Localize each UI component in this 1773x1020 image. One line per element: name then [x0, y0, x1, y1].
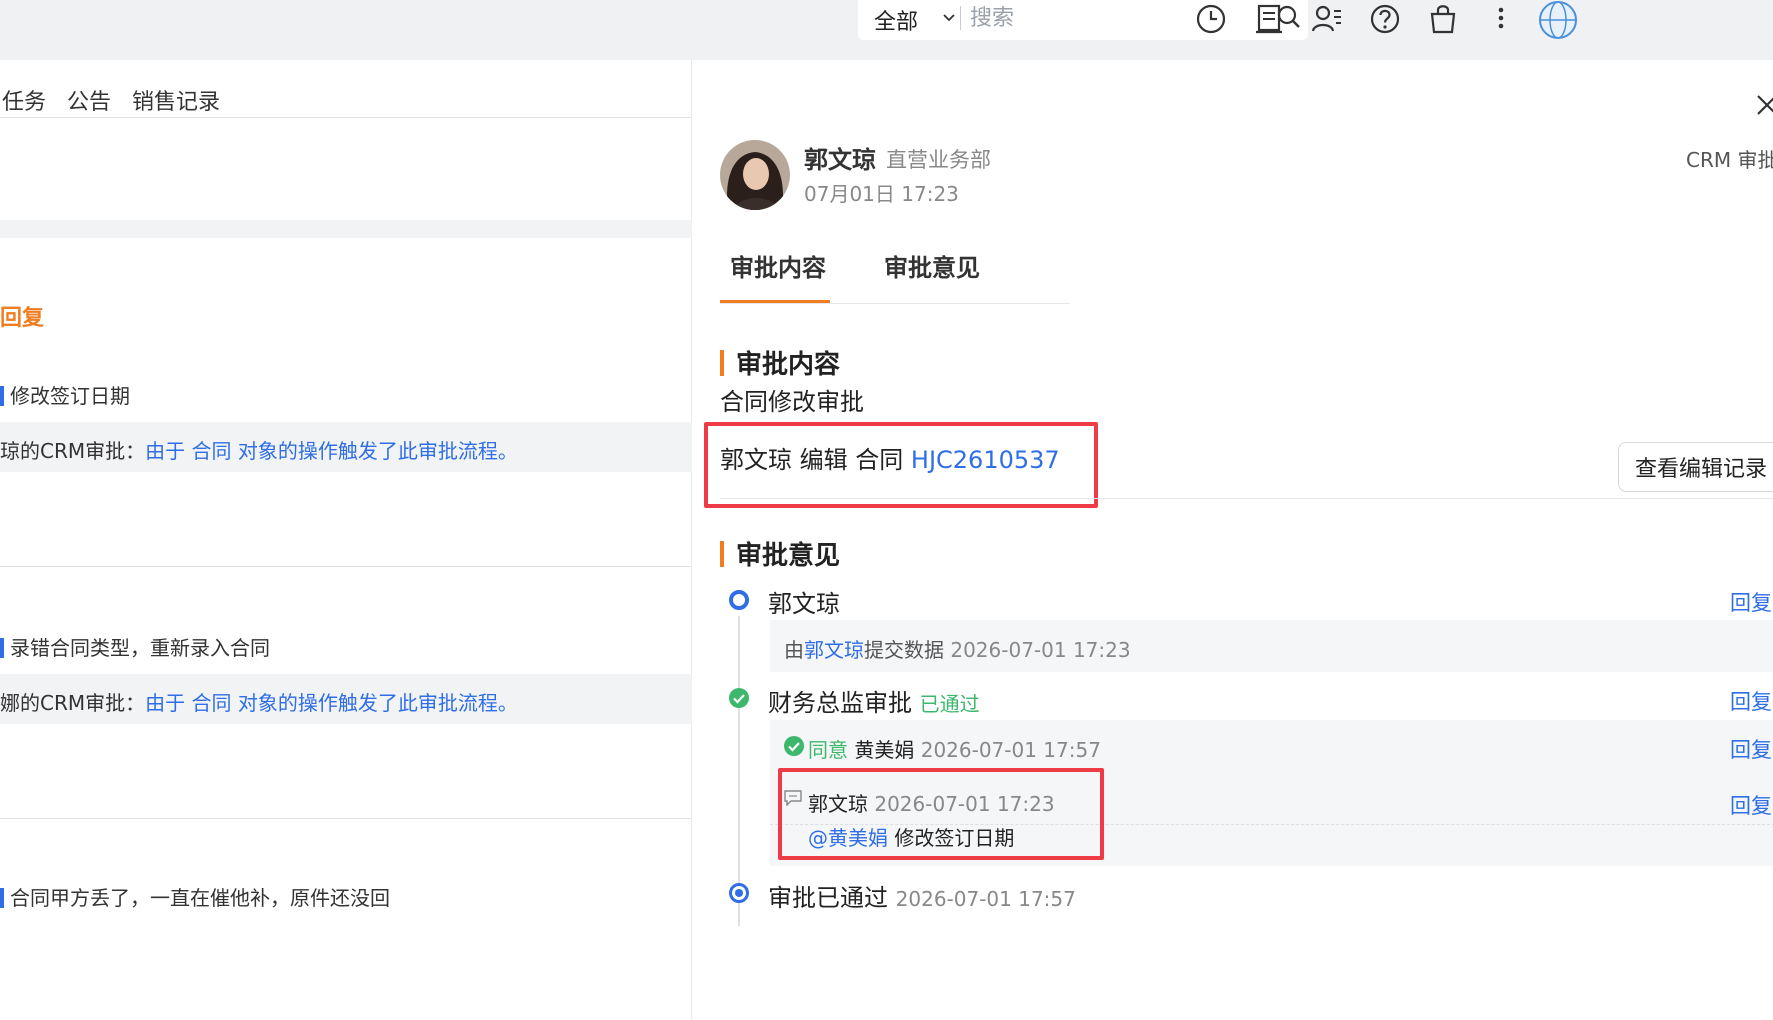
- reply-link[interactable]: 回复: [1730, 790, 1772, 820]
- top-bar: 全部: [0, 0, 1773, 60]
- search-scope-select[interactable]: 全部: [874, 4, 918, 36]
- check-circle-icon: [784, 736, 804, 756]
- submitter-name: 郭文琼: [768, 590, 840, 618]
- feed-comment: 合同甲方丢了，一直在催他补，原件还没回: [0, 882, 390, 911]
- divider: [0, 566, 692, 567]
- global-search: 全部: [858, 0, 1308, 40]
- approval-detail-panel: 郭文琼 直营业务部 07月01日 17:23 CRM 审批 审批内容 审批意见 …: [692, 60, 1773, 1020]
- crm-tag: CRM 审批: [1686, 148, 1773, 172]
- avatar[interactable]: [720, 140, 790, 210]
- submit-record-text: 由郭文琼提交数据 2026-07-01 17:23: [784, 638, 1131, 662]
- section-bar: [720, 350, 724, 376]
- quote-bar: [0, 638, 4, 658]
- user-department: 直营业务部: [886, 148, 991, 172]
- crm-approval-link[interactable]: 由于 合同 对象的操作触发了此审批流程。: [145, 439, 518, 463]
- highlight-box: [704, 422, 1098, 508]
- feed-comment: 修改签订日期: [0, 380, 130, 409]
- reply-link[interactable]: 回复: [1730, 686, 1772, 716]
- contacts-icon[interactable]: [1310, 2, 1344, 36]
- avatar-icon[interactable]: [1538, 0, 1578, 40]
- tab-tasks[interactable]: 任务: [2, 84, 46, 116]
- reply-link[interactable]: 回复: [1730, 734, 1772, 764]
- tab-divider: [720, 303, 1070, 304]
- submit-time: 07月01日 17:23: [804, 182, 959, 206]
- user-name: 郭文琼: [804, 146, 876, 174]
- agree-label: 同意: [808, 738, 848, 762]
- agree-record: 同意 黄美娟 2026-07-01 17:57: [808, 738, 1101, 762]
- opinion-section-title: 审批意见: [720, 535, 840, 572]
- divider: [0, 818, 692, 819]
- crm-approval-text: 琼的CRM审批：由于 合同 对象的操作触发了此审批流程。: [0, 439, 518, 463]
- divider: [0, 117, 692, 118]
- bag-icon[interactable]: [1426, 2, 1460, 36]
- timeline-node: [729, 883, 749, 903]
- doc-icon[interactable]: [1252, 2, 1286, 36]
- quote-bar: [0, 888, 4, 908]
- crm-approval-link[interactable]: 由于 合同 对象的操作触发了此审批流程。: [145, 691, 518, 715]
- reply-link[interactable]: 回复: [1730, 587, 1772, 617]
- tab-approval-opinion[interactable]: 审批意见: [884, 248, 980, 283]
- submitter-link[interactable]: 郭文琼: [804, 638, 864, 662]
- timeline-node: [729, 590, 749, 610]
- reply-tab[interactable]: 回复: [0, 300, 44, 332]
- section-band: [0, 220, 692, 238]
- tab-sales-records[interactable]: 销售记录: [132, 84, 220, 116]
- timeline-line: [738, 616, 740, 926]
- crm-approval-text: 娜的CRM审批：由于 合同 对象的操作触发了此审批流程。: [0, 691, 518, 715]
- more-icon[interactable]: [1484, 2, 1518, 36]
- quote-bar: [0, 386, 4, 406]
- feed-panel: 任务 公告 销售记录 回复 修改签订日期 琼的CRM审批：由于 合同 对象的操作…: [0, 60, 692, 1020]
- tab-announcements[interactable]: 公告: [67, 84, 111, 116]
- highlight-box: [778, 768, 1104, 860]
- check-circle-icon: [729, 688, 749, 708]
- final-status: 审批已通过 2026-07-01 17:57: [768, 884, 1076, 912]
- close-icon[interactable]: [1752, 90, 1773, 120]
- approver-name: 黄美娟: [854, 738, 915, 762]
- approval-type: 合同修改审批: [720, 388, 864, 416]
- chevron-down-icon[interactable]: [940, 8, 958, 26]
- tab-approval-content[interactable]: 审批内容: [730, 248, 826, 283]
- approval-step-name: 财务总监审批 已通过: [768, 689, 980, 717]
- clock-icon[interactable]: [1194, 2, 1228, 36]
- view-edit-record-button[interactable]: 查看编辑记录: [1618, 442, 1773, 492]
- search-divider: [960, 6, 961, 30]
- divider: [720, 498, 1773, 499]
- content-section-title: 审批内容: [720, 344, 840, 381]
- step-status-badge: 已通过: [919, 692, 980, 716]
- feed-comment: 录错合同类型，重新录入合同: [0, 632, 270, 661]
- help-icon[interactable]: [1368, 2, 1402, 36]
- section-bar: [720, 541, 724, 567]
